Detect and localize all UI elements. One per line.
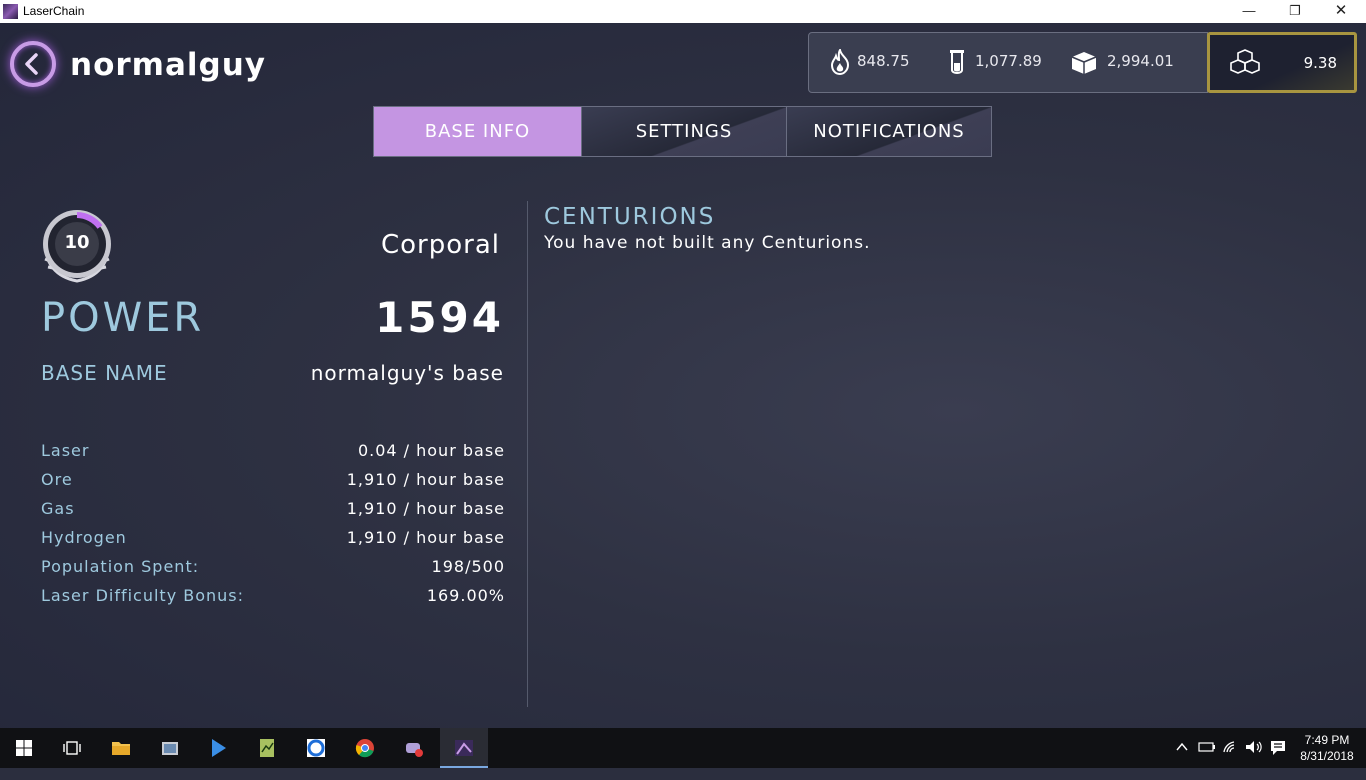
stat-laser-difficulty-bonus: Laser Difficulty Bonus: 169.00% — [41, 586, 505, 615]
play-store-icon — [212, 739, 226, 757]
stat-laser: Laser 0.04 / hour base — [41, 441, 505, 470]
back-button[interactable] — [10, 41, 56, 87]
stat-label: Population Spent: — [41, 557, 200, 576]
window-title: LaserChain — [23, 4, 85, 18]
tab-bar: BASE INFO SETTINGS NOTIFICATIONS — [373, 106, 992, 157]
stat-label: Hydrogen — [41, 528, 127, 547]
base-name-value: normalguy's base — [310, 361, 504, 385]
laserchain-icon — [455, 740, 473, 756]
stat-value: 198/500 — [431, 557, 505, 576]
crate-icon — [1071, 52, 1097, 74]
centurions-title: CENTURIONS — [544, 204, 716, 230]
edge-button[interactable] — [292, 728, 340, 768]
system-clock[interactable]: 7:49 PM 8/31/2018 — [1294, 732, 1360, 764]
tab-notifications[interactable]: NOTIFICATIONS — [786, 107, 991, 156]
photos-button[interactable] — [146, 728, 194, 768]
play-store-button[interactable] — [194, 728, 242, 768]
stat-value: 1,910 / hour base — [346, 499, 505, 518]
stat-value: 0.04 / hour base — [357, 441, 505, 460]
power-value: 1594 — [375, 293, 504, 342]
username: normalguy — [70, 47, 266, 83]
stat-label: Laser — [41, 441, 90, 460]
power-label: POWER — [41, 295, 205, 341]
file-explorer-button[interactable] — [97, 728, 145, 768]
rank-level: 10 — [64, 232, 90, 253]
app-icon — [3, 4, 18, 19]
minimize-button[interactable]: — — [1226, 0, 1272, 23]
stat-label: Laser Difficulty Bonus: — [41, 586, 245, 605]
window-title-bar: LaserChain — ❐ ✕ — [0, 0, 1366, 23]
fire-icon — [830, 49, 850, 75]
start-icon — [16, 740, 32, 756]
tab-settings[interactable]: SETTINGS — [581, 107, 786, 156]
base-stats-list: Laser 0.04 / hour base Ore 1,910 / hour … — [41, 441, 505, 615]
start-button[interactable] — [0, 728, 48, 768]
test-tube-icon — [950, 50, 964, 74]
laser-chain-balance[interactable]: 9.38 — [1207, 32, 1357, 93]
taskbar: 7:49 PM 8/31/2018 — [0, 728, 1366, 768]
stat-population: Population Spent: 198/500 — [41, 557, 505, 586]
battery-icon — [1198, 742, 1215, 752]
resource-ore-value: 2,994.01 — [1107, 52, 1174, 70]
show-hidden-icons-button[interactable] — [1175, 740, 1189, 780]
notification-icon — [1271, 741, 1285, 755]
clock-date: 8/31/2018 — [1300, 749, 1354, 763]
game-area: normalguy 848.75 1,077.89 2,994.01 9.38 … — [0, 23, 1366, 728]
action-center-button[interactable] — [1270, 740, 1286, 780]
chevron-left-icon — [25, 53, 38, 75]
spreadsheet-button[interactable] — [243, 728, 291, 768]
stat-hydrogen: Hydrogen 1,910 / hour base — [41, 528, 505, 557]
photos-icon — [162, 742, 178, 755]
game-bar-icon — [406, 743, 423, 757]
spreadsheet-icon — [260, 739, 274, 757]
stat-value: 169.00% — [426, 586, 505, 605]
chrome-button[interactable] — [341, 728, 389, 768]
resource-bar: 848.75 1,077.89 2,994.01 — [808, 32, 1208, 93]
stat-value: 1,910 / hour base — [346, 470, 505, 489]
close-button[interactable]: ✕ — [1318, 0, 1364, 23]
game-bar-button[interactable] — [390, 728, 438, 768]
file-explorer-icon — [112, 742, 130, 755]
chrome-icon — [355, 739, 374, 758]
rank-name: Corporal — [380, 230, 500, 260]
resource-fire-value: 848.75 — [857, 52, 910, 70]
task-view-button[interactable] — [48, 728, 96, 768]
edge-icon — [307, 739, 325, 757]
laserchain-taskbar-button[interactable] — [440, 728, 488, 768]
wifi-icon — [1223, 741, 1235, 753]
stat-ore: Ore 1,910 / hour base — [41, 470, 505, 499]
network-button[interactable] — [1222, 740, 1240, 780]
chevron-up-icon — [1176, 742, 1188, 751]
maximize-button[interactable]: ❐ — [1272, 0, 1318, 23]
cubes-icon — [1230, 49, 1260, 74]
stat-label: Ore — [41, 470, 73, 489]
panel-divider — [527, 201, 528, 707]
volume-icon — [1246, 741, 1262, 753]
centurions-message: You have not built any Centurions. — [544, 233, 871, 253]
volume-button[interactable] — [1245, 740, 1263, 780]
laser-chain-value: 9.38 — [1303, 54, 1337, 72]
tab-base-info[interactable]: BASE INFO — [374, 107, 581, 156]
battery-button[interactable] — [1198, 740, 1216, 780]
task-view-icon — [63, 741, 81, 755]
clock-time: 7:49 PM — [1304, 733, 1350, 747]
base-name-label: BASE NAME — [41, 361, 168, 385]
stat-value: 1,910 / hour base — [346, 528, 505, 547]
stat-gas: Gas 1,910 / hour base — [41, 499, 505, 528]
resource-gas-value: 1,077.89 — [975, 52, 1042, 70]
stat-label: Gas — [41, 499, 75, 518]
